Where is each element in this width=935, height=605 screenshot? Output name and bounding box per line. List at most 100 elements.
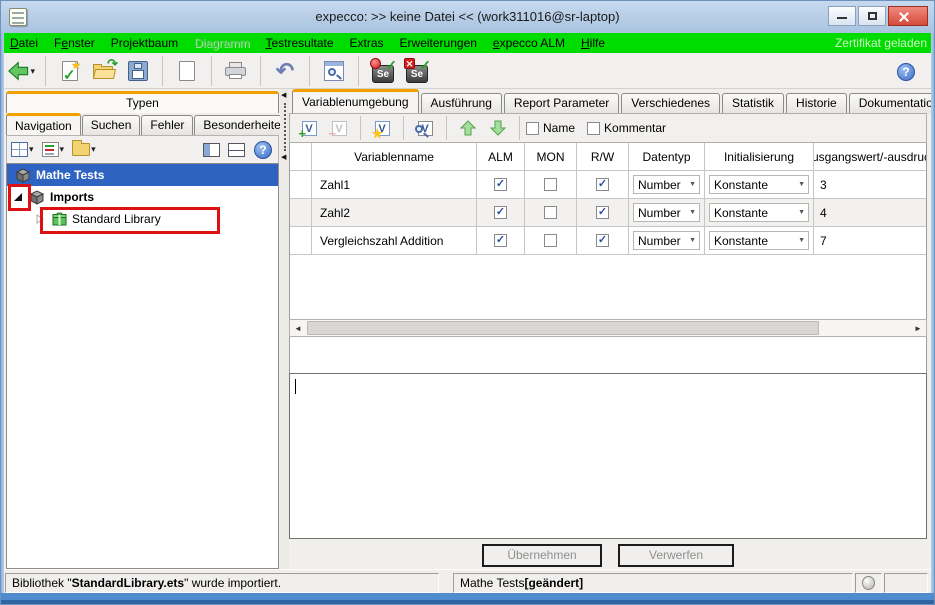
variable-name-cell[interactable]: Zahl2 xyxy=(312,199,477,226)
help-icon[interactable]: ? xyxy=(254,141,272,159)
initialisierung-dropdown[interactable]: Konstante▼ xyxy=(709,231,809,250)
new-variable-star-icon[interactable]: V★ xyxy=(370,117,394,139)
window-settings-icon[interactable] xyxy=(320,57,348,85)
menu-item-projektbaum[interactable]: Projektbaum xyxy=(103,33,186,53)
tab-variablenumgebung[interactable]: Variablenumgebung xyxy=(292,89,419,113)
menu-item-expecco-alm[interactable]: expecco ALM xyxy=(485,33,573,53)
tab-fehler[interactable]: Fehler xyxy=(141,115,193,135)
alm-checkbox[interactable]: ✓ xyxy=(494,178,507,191)
mon-checkbox[interactable] xyxy=(544,206,557,219)
add-variable-icon[interactable]: V+ xyxy=(297,117,321,139)
menu-item-hilfe[interactable]: Hilfe xyxy=(573,33,613,53)
tree-item-imports[interactable]: Imports xyxy=(7,186,278,208)
new-item-grid-icon[interactable]: ▾ xyxy=(11,142,34,157)
collapsed-expander-icon[interactable] xyxy=(31,214,49,224)
wert-cell[interactable]: 3 xyxy=(814,171,926,198)
variable-name-cell[interactable]: Vergleichszahl Addition xyxy=(312,227,477,254)
datentyp-value: Number xyxy=(638,178,681,192)
alm-checkbox[interactable]: ✓ xyxy=(494,206,507,219)
mon-checkbox[interactable] xyxy=(544,234,557,247)
tree-item-label: Mathe Tests xyxy=(33,168,104,182)
tab-statistik[interactable]: Statistik xyxy=(722,93,784,113)
initialisierung-dropdown[interactable]: Konstante▼ xyxy=(709,203,809,222)
datentyp-dropdown[interactable]: Number▼ xyxy=(633,175,700,194)
selenium-record-icon[interactable]: Se✓ xyxy=(369,57,397,85)
initialisierung-dropdown[interactable]: Konstante▼ xyxy=(709,175,809,194)
column-header-r-w[interactable]: R/W xyxy=(577,143,629,170)
wert-cell[interactable]: 7 xyxy=(814,227,926,254)
horizontal-scrollbar[interactable]: ◄ ► xyxy=(289,319,927,337)
remove-variable-icon[interactable]: V− xyxy=(327,117,351,139)
menu-item-datei[interactable]: Datei xyxy=(2,33,46,53)
panel-splitter[interactable]: ◀ ◀ xyxy=(280,89,289,569)
wert-cell[interactable]: 4 xyxy=(814,199,926,226)
alm-checkbox[interactable]: ✓ xyxy=(494,234,507,247)
mon-cell xyxy=(525,199,577,226)
tab-ausf-hrung[interactable]: Ausführung xyxy=(421,93,502,113)
undo-icon[interactable]: ↶ xyxy=(271,57,299,85)
tree-item-mathe-tests[interactable]: Mathe Tests xyxy=(7,164,278,186)
column-header-initialisierung[interactable]: Initialisierung xyxy=(705,143,814,170)
column-header-mon[interactable]: MON xyxy=(525,143,577,170)
tree-item-standard-library[interactable]: Standard Library xyxy=(7,208,278,230)
filter-name[interactable]: Name xyxy=(526,121,575,135)
rw-checkbox[interactable]: ✓ xyxy=(596,178,609,191)
minimize-button[interactable] xyxy=(828,6,856,26)
rw-checkbox[interactable]: ✓ xyxy=(596,234,609,247)
column-header-datentyp[interactable]: Datentyp xyxy=(629,143,705,170)
table-row-zahl1[interactable]: Zahl1✓✓Number▼Konstante▼3 xyxy=(290,171,926,199)
menu-item-diagramm[interactable]: Diagramm xyxy=(186,33,257,53)
expanded-expander-icon[interactable] xyxy=(9,192,27,202)
dropdown-arrow-icon: ▼ xyxy=(798,181,805,188)
initialisierung-cell: Konstante▼ xyxy=(705,227,814,254)
back-dropdown-icon[interactable]: ▾ xyxy=(30,66,35,77)
tab-verschiedenes[interactable]: Verschiedenes xyxy=(621,93,720,113)
scroll-left-icon[interactable]: ◄ xyxy=(290,320,306,336)
checkbox-icon[interactable] xyxy=(526,122,539,135)
scroll-right-icon[interactable]: ► xyxy=(910,320,926,336)
layout-single-icon[interactable] xyxy=(203,143,220,157)
datentyp-dropdown[interactable]: Number▼ xyxy=(633,203,700,222)
find-variable-icon[interactable]: V xyxy=(413,117,437,139)
rw-checkbox[interactable]: ✓ xyxy=(596,206,609,219)
checkbox-icon[interactable] xyxy=(587,122,600,135)
new-folder-icon[interactable]: ▾ xyxy=(72,143,96,156)
close-button[interactable] xyxy=(888,6,928,26)
scrollbar-thumb[interactable] xyxy=(307,321,819,335)
print-icon[interactable] xyxy=(222,57,250,85)
table-row-vergleichszahl-addition[interactable]: Vergleichszahl Addition ✓ ✓ Number▼ Konstant… xyxy=(290,227,926,255)
new-document-icon[interactable] xyxy=(173,57,201,85)
tab-typen[interactable]: Typen xyxy=(6,91,279,113)
save-icon[interactable] xyxy=(124,57,152,85)
menu-item-extras[interactable]: Extras xyxy=(342,33,392,53)
tab-dokumentation[interactable]: Dokumentation xyxy=(849,93,935,113)
back-icon[interactable]: ▾ xyxy=(7,57,35,85)
variable-name-cell[interactable]: Zahl1 xyxy=(312,171,477,198)
maximize-button[interactable] xyxy=(858,6,886,26)
move-down-icon[interactable] xyxy=(486,117,510,139)
selenium-stop-icon[interactable]: Se✕✓ xyxy=(403,57,431,85)
filter-kommentar[interactable]: Kommentar xyxy=(587,121,666,135)
tab-report-parameter[interactable]: Report Parameter xyxy=(504,93,619,113)
datentyp-dropdown[interactable]: Number▼ xyxy=(633,231,700,250)
comment-input[interactable] xyxy=(289,373,927,539)
new-list-item-icon[interactable]: ▾ xyxy=(42,142,65,157)
menu-item-fenster[interactable]: Fenster xyxy=(46,33,103,53)
column-header-alm[interactable]: ALM xyxy=(477,143,525,170)
tab-historie[interactable]: Historie xyxy=(786,93,847,113)
column-header-ausgangswert-ausdruck[interactable]: Ausgangswert/-ausdruck xyxy=(814,143,926,170)
move-up-icon[interactable] xyxy=(456,117,480,139)
tab-suchen[interactable]: Suchen xyxy=(82,115,141,135)
mon-checkbox[interactable] xyxy=(544,178,557,191)
table-row-zahl2[interactable]: Zahl2 ✓ ✓ Number▼ Konstante▼ 4 xyxy=(290,199,926,227)
verify-document-icon[interactable]: ✓★ xyxy=(56,57,84,85)
column-header-variablenname[interactable]: Variablenname xyxy=(312,143,477,170)
open-folder-icon[interactable]: ↷ xyxy=(90,57,118,85)
layout-split-icon[interactable] xyxy=(228,143,245,157)
bernehmen-button[interactable]: Übernehmen xyxy=(482,544,602,567)
verwerfen-button[interactable]: Verwerfen xyxy=(618,544,734,567)
menu-item-testresultate[interactable]: Testresultate xyxy=(257,33,341,53)
help-icon[interactable]: ? xyxy=(892,58,920,86)
tab-navigation[interactable]: Navigation xyxy=(6,113,81,135)
menu-item-erweiterungen[interactable]: Erweiterungen xyxy=(392,33,485,53)
